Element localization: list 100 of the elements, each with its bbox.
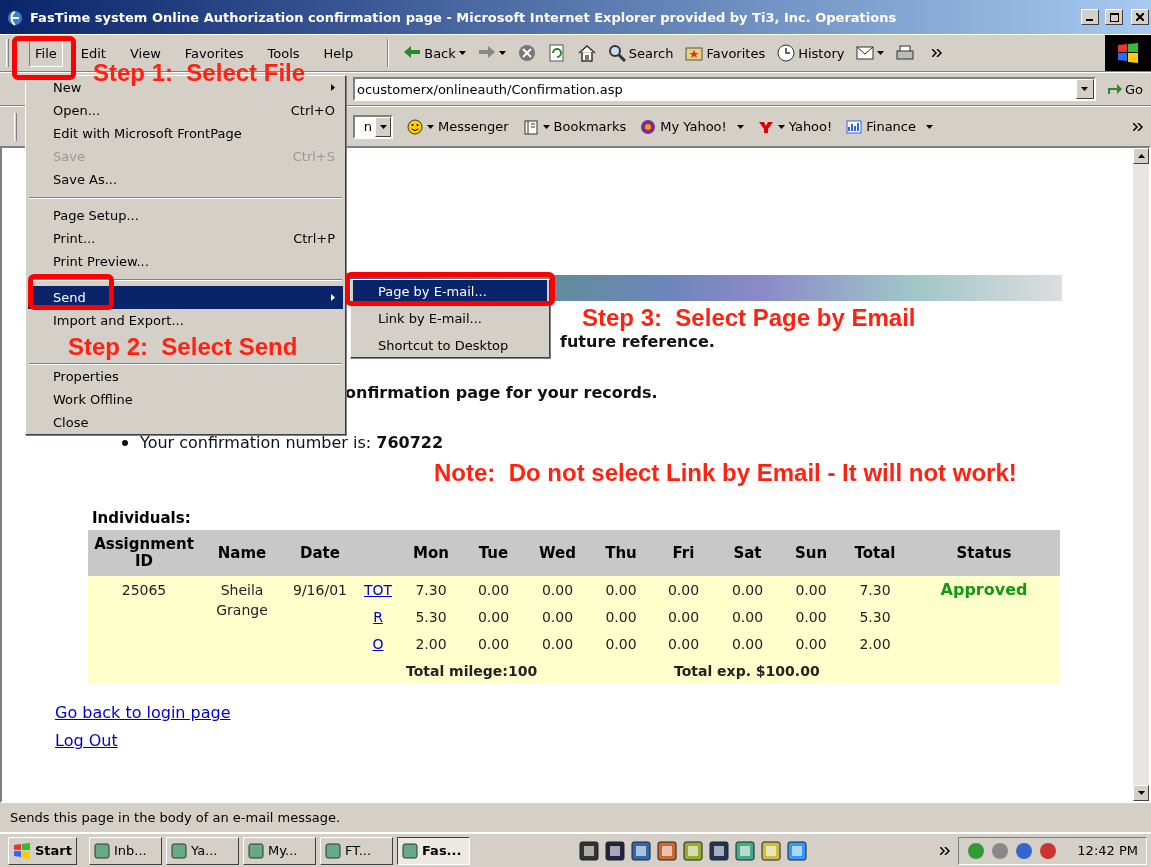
favorites-button[interactable]: Favorites (681, 41, 770, 65)
app-icon[interactable] (683, 840, 703, 861)
link-button[interactable]: My Yahoo! (640, 118, 727, 135)
printer-icon (896, 44, 915, 62)
table-cell: 0.00 (590, 630, 652, 657)
menu-item[interactable]: Print... Ctrl+P (28, 227, 343, 250)
caret-icon (542, 124, 550, 129)
app-icon[interactable] (787, 840, 807, 861)
menu-item[interactable]: Link by E-mail... (353, 307, 547, 330)
link-button[interactable]: Yahoo! (757, 118, 833, 135)
house-icon (577, 44, 596, 62)
start-button[interactable]: Start (8, 836, 77, 865)
menu-item[interactable]: Open... Ctrl+O (28, 99, 343, 122)
double-chevron-icon (932, 49, 943, 57)
app-icon[interactable] (579, 840, 599, 861)
app-icon (171, 842, 187, 859)
column-header: Sun (780, 530, 842, 576)
menu-item[interactable]: Save As... (28, 168, 343, 191)
app-icon (402, 842, 418, 859)
scroll-down-button[interactable] (1133, 785, 1149, 801)
taskbar-button[interactable]: Fas... (397, 836, 470, 865)
book-icon (522, 118, 539, 135)
search-combo[interactable]: n (353, 114, 393, 139)
table-cell: 25065 (88, 576, 200, 657)
link-button[interactable]: Bookmarks (522, 118, 627, 135)
column-header: Status (908, 530, 1060, 576)
menu-item[interactable]: Send (28, 286, 343, 309)
menu-item[interactable]: File (29, 39, 63, 67)
close-button[interactable] (1131, 9, 1149, 25)
table-cell: 0.00 (715, 630, 780, 657)
maximize-icon (1109, 12, 1119, 22)
table-cell: 0.00 (462, 630, 525, 657)
table-cell: 5.30 (400, 603, 462, 630)
row-type-link[interactable]: R (373, 608, 383, 625)
footer-text: Total milege:100 (406, 662, 538, 679)
body-text: future reference. (560, 332, 715, 352)
link-button[interactable]: Finance (846, 118, 916, 135)
app-icon[interactable] (735, 840, 755, 861)
scroll-up-button[interactable] (1133, 148, 1149, 164)
taskbar-button[interactable]: Inb... (89, 836, 162, 865)
search-button[interactable]: Search (603, 41, 678, 65)
menu-item[interactable]: Page Setup... (28, 204, 343, 227)
column-header: Date (284, 530, 356, 576)
close-icon (1136, 13, 1144, 21)
table-cell: 0.00 (462, 603, 525, 630)
clock-icon (777, 44, 796, 62)
refresh-icon (547, 44, 566, 62)
caret-icon (877, 51, 885, 55)
caret-icon (777, 124, 785, 129)
column-header: Name (200, 530, 284, 576)
caret-icon (498, 51, 506, 55)
table-cell: 2.00 (400, 630, 462, 657)
app-icon[interactable] (605, 840, 625, 861)
caret-icon (926, 124, 933, 129)
history-button[interactable]: History (773, 41, 849, 65)
taskbar-button[interactable]: My... (243, 836, 316, 865)
link[interactable]: Go back to login page (55, 699, 231, 727)
column-header: Mon (400, 530, 462, 576)
table-cell: 0.00 (780, 630, 842, 657)
bullet-icon (122, 440, 128, 446)
link[interactable]: Log Out (55, 727, 231, 755)
app-icon[interactable] (709, 840, 729, 861)
app-icon (94, 842, 110, 859)
menu-item[interactable]: Help (317, 39, 360, 67)
link-button[interactable]: Messenger (407, 118, 509, 135)
address-field[interactable]: ocustomerx/onlineauth/Confirmation.asp (353, 77, 1096, 101)
menu-item[interactable]: Properties (28, 365, 343, 388)
taskbar-button[interactable]: Ya... (166, 836, 239, 865)
app-icon[interactable] (657, 840, 677, 861)
menu-item[interactable]: Edit with Microsoft FrontPage (28, 122, 343, 145)
browser-icon (6, 8, 24, 26)
taskbar-button[interactable]: FT... (320, 836, 393, 865)
back-button[interactable]: Back (399, 41, 470, 65)
app-icon[interactable] (631, 840, 651, 861)
table-cell: 0.00 (590, 576, 652, 603)
go-button[interactable]: Go (1101, 79, 1147, 99)
menu-item[interactable]: Import and Export... (28, 309, 343, 332)
menu-item[interactable]: Shortcut to Desktop (353, 334, 547, 357)
dropdown-button[interactable] (1075, 79, 1094, 99)
menu-item[interactable]: Close (28, 411, 343, 434)
annotation-text: Step 3: Select Page by Email (582, 304, 916, 332)
row-type-link[interactable]: O (372, 635, 384, 652)
arrow-right-icon (1105, 82, 1122, 96)
smiley-icon (407, 118, 423, 135)
table-cell: 0.00 (715, 603, 780, 630)
table-cell: 0.00 (652, 603, 715, 630)
menu-item[interactable]: Page by E-mail... (353, 280, 547, 303)
scrollbar[interactable] (1133, 148, 1149, 801)
menu-item[interactable]: Print Preview... (28, 250, 343, 273)
app-icon (248, 842, 264, 859)
table-cell: 0.00 (590, 603, 652, 630)
menu-item[interactable]: Work Offline (28, 388, 343, 411)
maximize-button[interactable] (1105, 9, 1123, 25)
app-icon[interactable] (761, 840, 781, 861)
minimize-button[interactable] (1081, 9, 1099, 25)
annotation-text: Note: Do not select Link by Email - It will not work! (434, 459, 1017, 487)
search-icon (607, 44, 626, 62)
column-header: Assignment ID (88, 530, 200, 576)
table-cell: 7.30 (400, 576, 462, 603)
envelope-icon (856, 44, 875, 62)
